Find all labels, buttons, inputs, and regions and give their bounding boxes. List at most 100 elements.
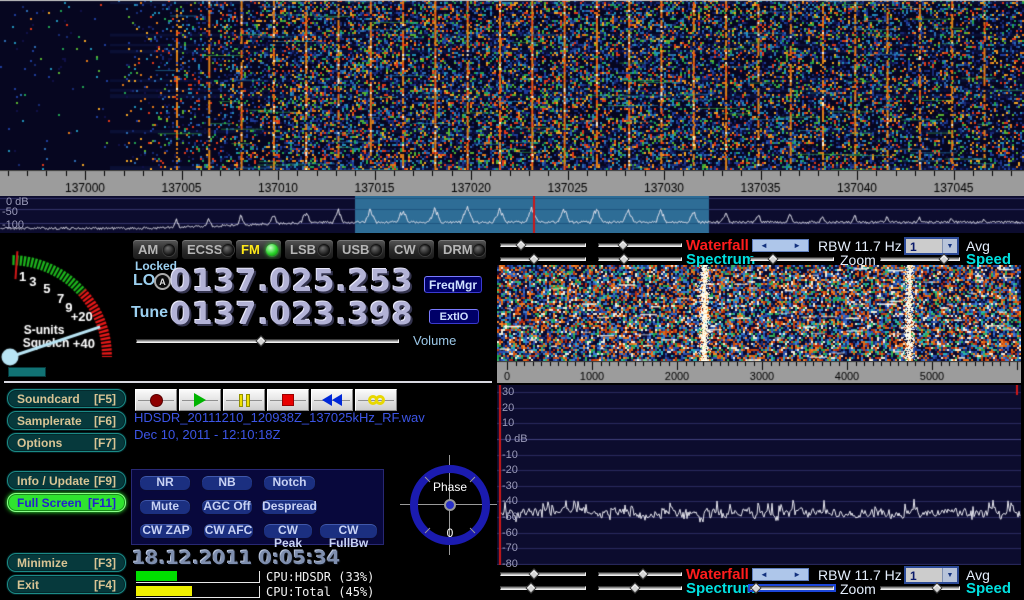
- recorder-loop-button[interactable]: [355, 389, 397, 411]
- dsp-button-nb[interactable]: NB: [201, 475, 253, 491]
- dropdown-chevron-icon[interactable]: ▼: [942, 568, 957, 582]
- speed-slider-top[interactable]: [880, 254, 960, 264]
- scroll-right-arrow-icon[interactable]: ►: [793, 571, 801, 579]
- recorder-play-button[interactable]: [179, 389, 221, 411]
- waterfall-scrollbar-top[interactable]: ◄►: [752, 239, 809, 252]
- audio-waterfall-display[interactable]: [497, 265, 1021, 361]
- audio-frequency-scale[interactable]: [497, 361, 1021, 383]
- dsp-button-cw-afc[interactable]: CW AFC: [203, 523, 254, 539]
- spectrum-contrast-slider-bottom-thumb[interactable]: [629, 582, 640, 593]
- spectrum-brightness-slider-bottom[interactable]: [500, 583, 586, 593]
- dsp-button-despread[interactable]: Despread: [261, 499, 318, 515]
- dsp-button-cw-peak[interactable]: CW Peak: [263, 523, 313, 539]
- dsp-button-nr[interactable]: NR: [139, 475, 191, 491]
- waterfall-contrast-slider-bottom-thumb[interactable]: [637, 568, 648, 579]
- menu-button-exit[interactable]: Exit[F4]: [7, 575, 126, 594]
- menu-button-info-update[interactable]: Info / Update [F9]: [7, 471, 126, 490]
- audio-spectrum-db-scale: 3020100 dB-10-20-30-40-50-60-70-80: [497, 385, 537, 565]
- dsp-button-cw-fullbw[interactable]: CW FullBw: [319, 523, 378, 539]
- dsp-button-notch[interactable]: Notch: [263, 475, 316, 491]
- dsp-button-agc-off[interactable]: AGC Off: [201, 499, 253, 515]
- main-spectrum-display[interactable]: [0, 196, 1024, 233]
- lo-auto-button[interactable]: A: [154, 273, 171, 290]
- menu-label: Minimize: [17, 556, 68, 570]
- spectrum-brightness-slider-bottom-thumb[interactable]: [525, 582, 536, 593]
- record-icon: [150, 394, 163, 407]
- freqmgr-button[interactable]: FreqMgr: [424, 276, 482, 293]
- waterfall-scrollbar-bottom[interactable]: ◄►: [752, 568, 809, 581]
- mode-led-ecss: [222, 244, 234, 256]
- mode-button-usb[interactable]: USB: [336, 239, 386, 260]
- db-label: 30: [502, 386, 514, 398]
- recorder-rewind-button[interactable]: [311, 389, 353, 411]
- dsp-button-mute[interactable]: Mute: [139, 499, 191, 515]
- avg-count-select-top[interactable]: 1▼: [904, 237, 959, 255]
- scroll-right-arrow-icon[interactable]: ►: [793, 242, 801, 250]
- volume-slider-thumb[interactable]: [255, 335, 266, 346]
- waterfall-contrast-slider-top[interactable]: [598, 240, 682, 250]
- phase-label: Phase: [408, 480, 492, 494]
- waterfall-brightness-slider-bottom-thumb[interactable]: [528, 568, 539, 579]
- scroll-left-arrow-icon[interactable]: ◄: [760, 571, 768, 579]
- menu-button-samplerate[interactable]: Samplerate[F6]: [7, 411, 126, 430]
- menu-button-minimize[interactable]: Minimize[F3]: [7, 553, 126, 572]
- menu-key: [F9]: [94, 474, 116, 488]
- recorder-pause-button[interactable]: [223, 389, 265, 411]
- volume-slider-track: [136, 339, 399, 343]
- speed-slider-bottom[interactable]: [880, 583, 960, 593]
- main-spectrum-panel[interactable]: 0 dB-50-100: [0, 196, 1024, 233]
- avg-count-select-bottom[interactable]: 1▼: [904, 566, 959, 584]
- main-waterfall-display[interactable]: [0, 0, 1024, 170]
- menu-button-soundcard[interactable]: Soundcard[F5]: [7, 389, 126, 408]
- recorder-stop-button[interactable]: [267, 389, 309, 411]
- mode-button-lsb[interactable]: LSB: [284, 239, 334, 260]
- audio-spectrum-display[interactable]: [497, 385, 1021, 565]
- menu-button-options[interactable]: Options[F7]: [7, 433, 126, 452]
- spectrum-brightness-slider-top[interactable]: [500, 254, 586, 264]
- zoom-slider-top-thumb[interactable]: [767, 253, 778, 264]
- speed-slider-top-thumb[interactable]: [938, 253, 949, 264]
- volume-slider[interactable]: [136, 336, 399, 346]
- waterfall-brightness-slider-top[interactable]: [500, 240, 586, 250]
- recorder-record-button[interactable]: [135, 389, 177, 411]
- spectrum-contrast-slider-top[interactable]: [598, 254, 682, 264]
- zoom-slider-bottom[interactable]: [750, 583, 834, 593]
- menu-label: Samplerate: [17, 414, 82, 428]
- audio-spectrum-panel[interactable]: 3020100 dB-10-20-30-40-50-60-70-80: [497, 385, 1021, 565]
- cpu-total-bar-fill: [136, 586, 192, 596]
- hdsdr-window: 0 dB-50-100 Locked LO A 0137.025.253 Fre…: [0, 0, 1024, 600]
- db-label: 20: [502, 402, 514, 414]
- spectrum-contrast-slider-bottom[interactable]: [598, 583, 682, 593]
- mode-button-drm[interactable]: DRM: [437, 239, 487, 260]
- waterfall-brightness-slider-top-thumb[interactable]: [515, 239, 526, 250]
- waterfall-contrast-slider-bottom[interactable]: [598, 569, 682, 579]
- zoom-slider-top[interactable]: [750, 254, 834, 264]
- db-label: -50: [502, 511, 518, 523]
- mode-button-ecss[interactable]: ECSS: [181, 239, 233, 260]
- db-label: 0 dB: [505, 433, 528, 445]
- mode-led-drm: [473, 244, 485, 256]
- dropdown-chevron-icon[interactable]: ▼: [942, 239, 957, 253]
- menu-label: Exit: [17, 578, 39, 592]
- waterfall-contrast-slider-top-thumb[interactable]: [617, 239, 628, 250]
- scroll-left-arrow-icon[interactable]: ◄: [760, 242, 768, 250]
- mode-label: FM: [241, 242, 260, 257]
- spectrum-contrast-slider-top-thumb[interactable]: [618, 253, 629, 264]
- menu-label: Info / Update: [17, 474, 90, 488]
- frequency-scale[interactable]: [0, 170, 1024, 196]
- zoom-slider-bottom-thumb[interactable]: [750, 582, 761, 593]
- spectrum-brightness-slider-top-thumb[interactable]: [528, 253, 539, 264]
- dsp-button-cw-zap[interactable]: CW ZAP: [139, 523, 193, 539]
- main-spectrum-db-scale: 0 dB-50-100: [0, 196, 60, 233]
- tune-frequency-display[interactable]: 0137.023.398: [170, 297, 414, 332]
- waterfall-brightness-slider-bottom[interactable]: [500, 569, 586, 579]
- mode-button-fm[interactable]: FM: [235, 239, 282, 260]
- extio-button[interactable]: ExtIO: [429, 309, 479, 324]
- db-label: -60: [502, 527, 518, 539]
- speed-slider-bottom-thumb[interactable]: [931, 582, 942, 593]
- recorder-toolbar: [135, 389, 399, 411]
- mode-button-cw[interactable]: CW: [388, 239, 435, 260]
- lo-frequency-display[interactable]: 0137.025.253: [170, 264, 414, 299]
- menu-button-full-screen[interactable]: Full Screen[F11]: [7, 493, 126, 512]
- mode-button-am[interactable]: AM: [132, 239, 179, 260]
